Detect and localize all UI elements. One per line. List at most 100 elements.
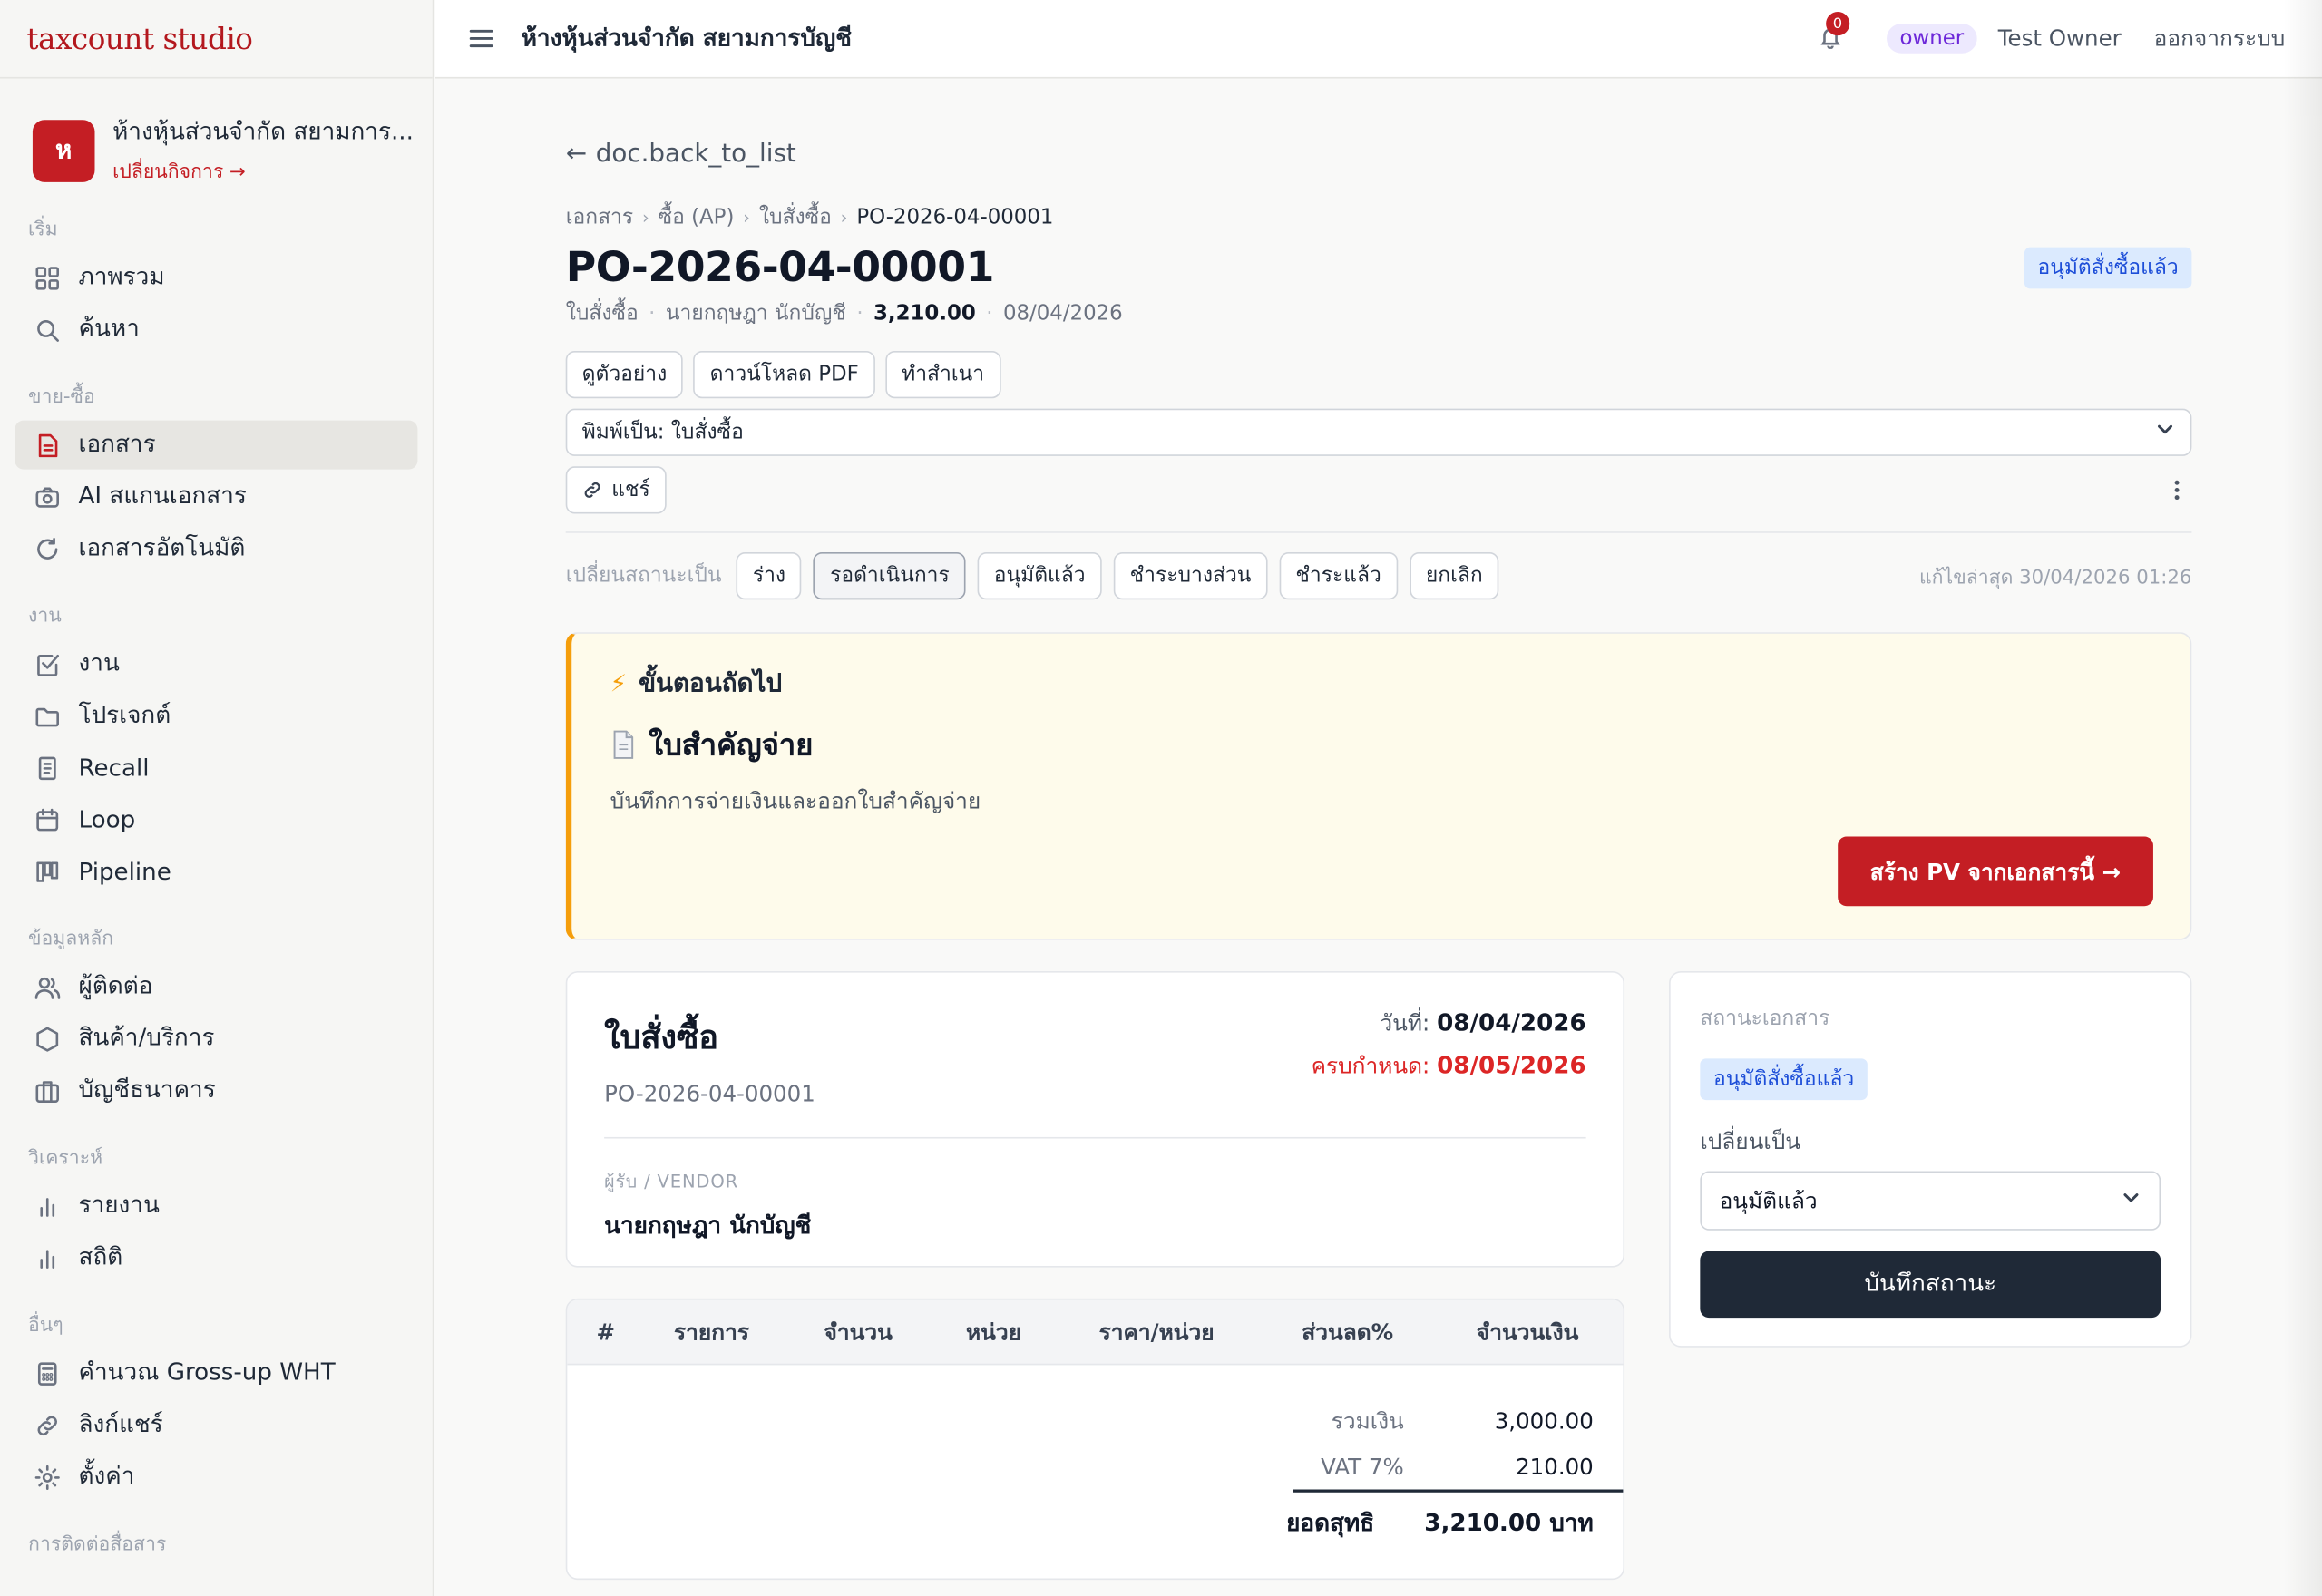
sidebar-item-settings[interactable]: ตั้งค่า [15,1453,417,1502]
business-switcher[interactable]: ห ห้างหุ้นส่วนจำกัด สยามการ... เปลี่ยนกิ… [0,79,433,187]
sidebar-item-auto-docs[interactable]: เอกสารอัตโนมัติ [15,524,417,573]
next-step-description: บันทึกการจ่ายเงินและออกใบสำคัญจ่าย [610,787,981,814]
status-select[interactable]: อนุมัติแล้ว [1700,1171,2161,1231]
vat-value: 210.00 [1516,1454,1594,1481]
status-option-cancel[interactable]: ยกเลิก [1409,551,1499,600]
nav-section-work: งาน งาน โปรเจกต์ Recall Loop Pipeline [0,599,433,896]
sidebar-item-bank-accounts[interactable]: บัญชีธนาคาร [15,1066,417,1115]
chevron-right-icon: › [840,207,848,229]
save-status-button[interactable]: บันทึกสถานะ [1700,1251,2161,1319]
sidebar-item-label: สถิติ [78,1241,123,1270]
doc-amount: 3,210.00 [873,302,976,326]
status-card-label: สถานะเอกสาร [1700,1007,1830,1031]
share-button[interactable]: แชร์ [565,466,667,514]
sidebar-item-tasks[interactable]: งาน [15,639,417,688]
page-title: PO-2026-04-00001 [565,242,995,292]
sidebar-item-label: ตั้งค่า [78,1461,135,1490]
logout-button[interactable]: ออกจากระบบ [2154,21,2286,56]
status-option-pending[interactable]: รอดำเนินการ [814,551,966,600]
column-header: จำนวนเงิน [1476,1318,1579,1346]
print-as-select[interactable]: พิมพ์เป็น: ใบสั่งซื้อ [565,408,2192,456]
subtotal-value: 3,000.00 [1494,1407,1594,1435]
download-pdf-button[interactable]: ดาวน์โหลด PDF [693,350,875,399]
sidebar-item-ai-scan[interactable]: AI สแกนเอกสาร [15,472,417,521]
next-step-heading: ขั้นตอนถัดไป [639,668,783,699]
camera-icon [34,483,61,510]
breadcrumb-item[interactable]: ใบสั่งซื้อ [759,201,832,234]
vendor-label: ผู้รับ / VENDOR [604,1171,739,1192]
sidebar-item-stats[interactable]: สถิติ [15,1233,417,1282]
sidebar-item-share-links[interactable]: ลิงก์แชร์ [15,1401,417,1450]
column-header: # [596,1318,616,1346]
more-options-icon[interactable] [2162,475,2192,505]
separator-dot: · [986,302,993,326]
company-title: ห้างหุ้นส่วนจำกัด สยามการบัญชี [521,23,852,52]
nav-section-label: ขาย-ซื้อ [28,386,95,409]
sidebar-item-search[interactable]: ค้นหา [15,305,417,354]
business-name: ห้างหุ้นส่วนจำกัด สยามการ... [112,116,414,146]
sidebar-item-reports[interactable]: รายงาน [15,1182,417,1231]
status-option-paid[interactable]: ชำระแล้ว [1279,551,1398,600]
duplicate-button[interactable]: ทำสำเนา [885,350,1001,399]
arrow-left-icon: ← [565,139,587,170]
sidebar-item-label: สินค้า/บริการ [78,1023,215,1052]
menu-icon[interactable] [466,24,496,54]
column-header: หน่วย [966,1318,1022,1346]
sidebar-item-projects[interactable]: โปรเจกต์ [15,691,417,740]
sidebar-item-label: งาน [78,648,120,677]
sidebar-item-label: ภาพรวม [78,261,165,291]
sidebar: taxcount studio ห ห้างหุ้นส่วนจำกัด สยาม… [0,0,434,1596]
hexagon-icon [34,1026,61,1052]
vendor-name: นายกฤษฎา นักบัญชี [604,1211,812,1240]
sidebar-item-pipeline[interactable]: Pipeline [15,847,417,896]
next-step-card: ⚡ ขั้นตอนถัดไป ใบสำคัญจ่าย บันทึกการจ่าย… [565,632,2192,940]
breadcrumb-current: PO-2026-04-00001 [856,205,1054,230]
breadcrumb-item[interactable]: เอกสาร [566,201,633,234]
window-edge-shadow [2283,0,2322,1596]
sidebar-item-contacts[interactable]: ผู้ติดต่อ [15,962,417,1011]
status-option-draft[interactable]: ร่าง [736,551,803,600]
status-option-approved[interactable]: อนุมัติแล้ว [977,551,1102,600]
business-avatar: ห [32,119,95,182]
totals: รวมเงิน 3,000.00 VAT 7% 210.00 ยอดสุทธิ … [567,1365,1624,1554]
subtotal-label: รวมเงิน [1331,1407,1404,1435]
chevron-right-icon: › [743,207,751,229]
grid-icon [34,264,61,290]
sidebar-item-products[interactable]: สินค้า/บริการ [15,1014,417,1063]
nav-section-label: อื่นๆ [28,1314,63,1338]
bell-icon[interactable]: 0 [1819,12,1850,52]
users-icon [34,974,61,1000]
calculator-icon [34,1360,61,1387]
sidebar-item-grossup-wht[interactable]: คำนวณ Gross-up WHT [15,1348,417,1397]
status-option-partial-paid[interactable]: ชำระบางส่วน [1113,551,1268,600]
nav-section-communication: การติดต่อสื่อสาร [0,1528,433,1559]
back-to-list-link[interactable]: ← doc.back_to_list [566,139,2192,169]
separator-dot: · [856,302,863,326]
sidebar-item-recall[interactable]: Recall [15,744,417,793]
sidebar-item-overview[interactable]: ภาพรวม [15,253,417,302]
bar-chart-icon [34,1244,61,1270]
breadcrumb: เอกสาร › ซื้อ (AP) › ใบสั่งซื้อ › PO-202… [566,201,2192,234]
status-badge: อนุมัติสั่งซื้อแล้ว [1700,1058,1868,1101]
switch-business-link[interactable]: เปลี่ยนกิจการ → [112,155,414,186]
receipt-icon [34,754,61,781]
user-name[interactable]: Test Owner [1998,25,2122,52]
notification-count: 0 [1825,12,1850,36]
sidebar-item-loop[interactable]: Loop [15,795,417,844]
nav-section-other: อื่นๆ คำนวณ Gross-up WHT ลิงก์แชร์ ตั้งค… [0,1309,433,1501]
document-meta: ใบสั่งซื้อ · นายกฤษฎา นักบัญชี · 3,210.0… [566,297,2192,330]
nav-section-start: เริ่ม ภาพรวม ค้นหา [0,213,433,354]
brand-logo[interactable]: taxcount studio [0,0,433,79]
column-header: รายการ [674,1318,750,1346]
document-header-card: ใบสั่งซื้อ PO-2026-04-00001 วันที่: 08/0… [565,971,1625,1268]
document-actions: ดูตัวอย่าง ดาวน์โหลด PDF ทำสำเนา [565,350,2192,399]
column-header: จำนวน [824,1318,893,1346]
create-pv-button[interactable]: สร้าง PV จากเอกสารนี้ → [1837,836,2153,907]
last-edited: แก้ไขล่าสุด 30/04/2026 01:26 [1919,566,2192,589]
breadcrumb-item[interactable]: ซื้อ (AP) [659,201,735,234]
sidebar-item-documents[interactable]: เอกสาร [15,420,418,470]
document-status-card: สถานะเอกสาร อนุมัติสั่งซื้อแล้ว เปลี่ยนเ… [1669,971,2192,1348]
net-total-label: ยอดสุทธิ [1286,1507,1375,1536]
briefcase-icon [34,1077,61,1104]
preview-button[interactable]: ดูตัวอย่าง [565,350,684,399]
